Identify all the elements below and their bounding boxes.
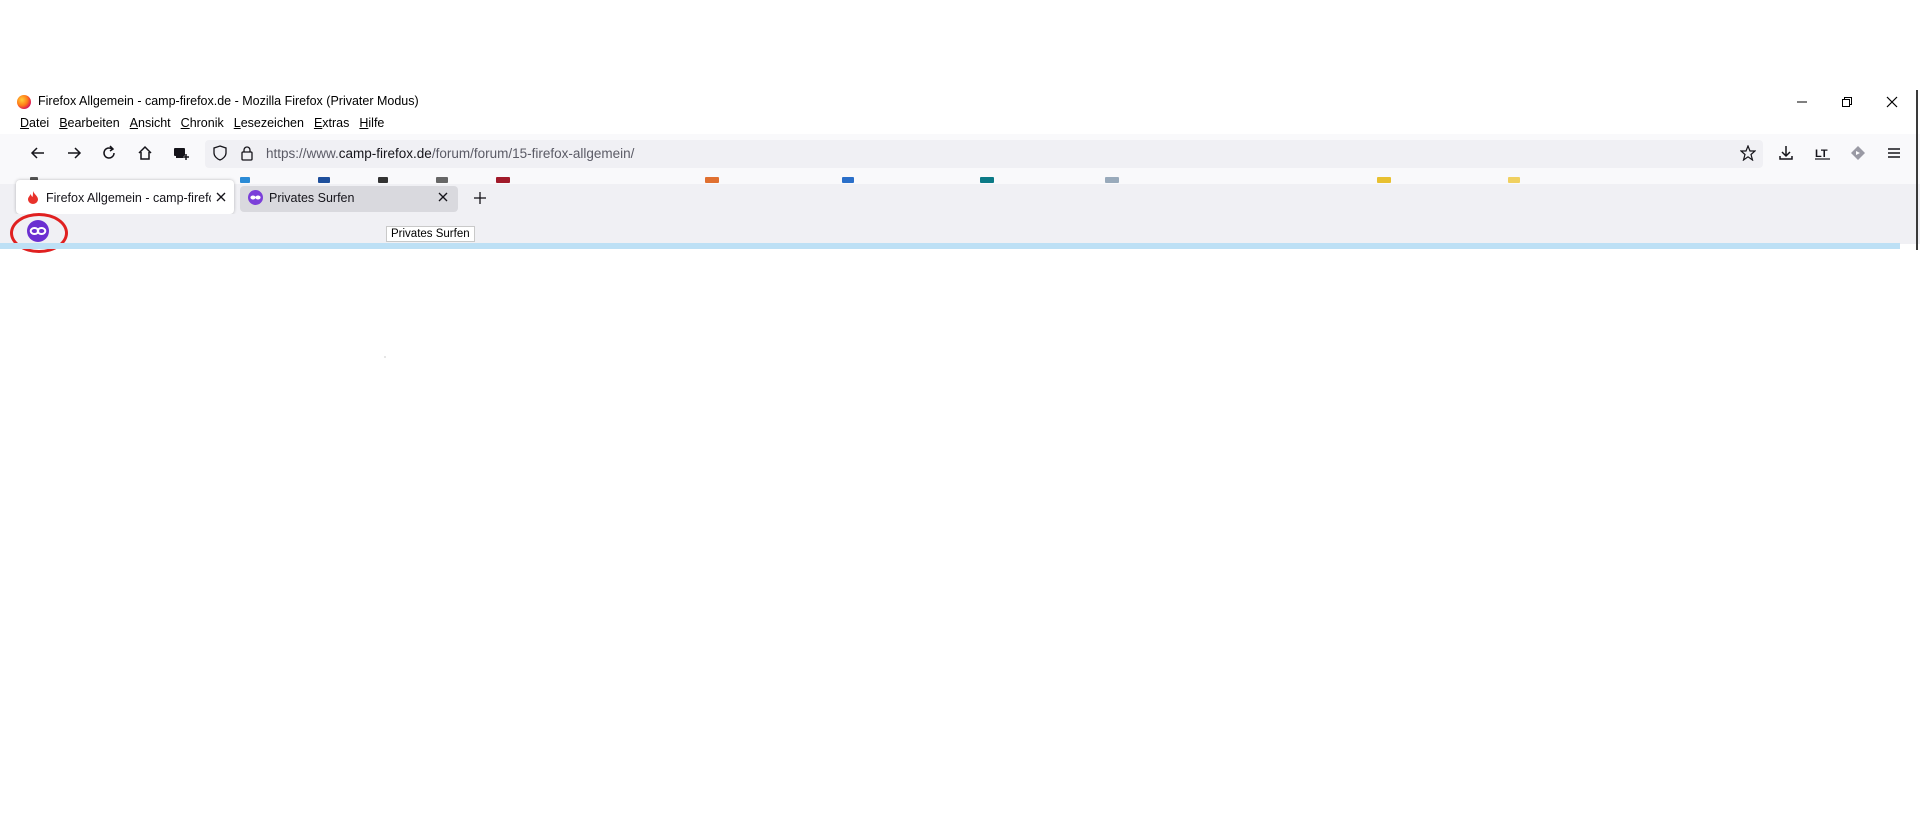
globe-icon[interactable] xyxy=(436,177,448,183)
hamburger-menu-icon xyxy=(1888,148,1900,158)
restore-icon xyxy=(1842,97,1852,107)
extension-button[interactable] xyxy=(168,140,194,166)
bookmark-favicon[interactable] xyxy=(240,177,250,183)
mask-glyph xyxy=(250,195,261,200)
arrow-right-icon xyxy=(68,147,82,159)
bookmark-favicon[interactable] xyxy=(318,177,330,183)
firefox-logo-icon xyxy=(17,95,31,109)
svg-text:LT: LT xyxy=(1815,148,1828,160)
extension-arrow-button[interactable] xyxy=(1845,140,1871,166)
close-icon xyxy=(216,192,226,202)
home-button[interactable] xyxy=(132,140,158,166)
menu-lesezeichen[interactable]: Lesezeichen xyxy=(229,114,309,132)
reload-button[interactable] xyxy=(96,140,122,166)
tracking-protection-button[interactable] xyxy=(207,140,233,166)
minimize-button[interactable] xyxy=(1780,90,1824,114)
menu-bar: Datei Bearbeiten Ansicht Chronik Lesezei… xyxy=(15,114,389,132)
menu-hilfe[interactable]: Hilfe xyxy=(354,114,389,132)
lock-icon xyxy=(241,146,253,161)
diamond-arrow-icon xyxy=(1851,146,1865,160)
reload-icon xyxy=(103,145,115,159)
close-icon xyxy=(438,192,448,202)
flame-icon xyxy=(28,191,38,204)
translate-extension-button[interactable]: LT xyxy=(1810,140,1836,166)
bookmark-favicon[interactable] xyxy=(705,177,719,183)
menu-extras[interactable]: Extras xyxy=(309,114,354,132)
menu-bearbeiten[interactable]: Bearbeiten xyxy=(54,114,124,132)
tab-label: Firefox Allgemein - camp-firefox.de xyxy=(46,191,211,205)
window-edge xyxy=(1916,90,1918,250)
add-to-device-icon xyxy=(174,148,189,160)
menu-datei[interactable]: Datei xyxy=(15,114,54,132)
forward-button[interactable] xyxy=(61,140,87,166)
private-browsing-row xyxy=(0,214,1920,244)
content-area xyxy=(384,356,386,358)
bookmark-favicon[interactable] xyxy=(842,177,854,183)
languagetool-icon: LT xyxy=(1815,148,1830,160)
close-tab-button[interactable] xyxy=(436,188,450,206)
arrow-left-icon xyxy=(30,147,44,159)
close-window-button[interactable] xyxy=(1870,90,1914,114)
new-tab-button[interactable] xyxy=(470,188,490,208)
shield-icon xyxy=(213,145,227,161)
close-tab-button[interactable] xyxy=(214,188,228,206)
url-text[interactable]: https://www.camp-firefox.de/forum/forum/… xyxy=(266,146,634,161)
plus-icon xyxy=(474,192,486,204)
bookmark-favicon[interactable] xyxy=(1377,177,1391,183)
bookmark-favicon[interactable] xyxy=(496,177,510,183)
close-icon xyxy=(1886,96,1898,108)
downloads-button[interactable] xyxy=(1773,140,1799,166)
bookmarks-toolbar xyxy=(0,172,1920,184)
bookmark-star-button[interactable] xyxy=(1735,140,1761,166)
minimize-icon xyxy=(1797,101,1807,103)
menu-ansicht[interactable]: Ansicht xyxy=(125,114,176,132)
bookmark-favicon[interactable] xyxy=(378,177,388,183)
menu-chronik[interactable]: Chronik xyxy=(176,114,229,132)
restore-button[interactable] xyxy=(1825,90,1869,114)
window-title: Firefox Allgemein - camp-firefox.de - Mo… xyxy=(38,94,419,108)
download-icon xyxy=(1779,146,1793,160)
home-icon xyxy=(138,145,152,160)
private-mask-icon xyxy=(248,190,263,205)
bookmark-favicon[interactable] xyxy=(980,177,994,183)
page-load-progress xyxy=(0,243,1900,249)
tooltip: Privates Surfen xyxy=(386,226,475,242)
star-icon xyxy=(1740,145,1756,161)
back-button[interactable] xyxy=(25,140,51,166)
site-info-button[interactable] xyxy=(234,140,260,166)
bookmark-favicon[interactable] xyxy=(1105,177,1119,183)
app-menu-button[interactable] xyxy=(1881,140,1907,166)
tab-label: Privates Surfen xyxy=(269,191,355,205)
bookmark-favicon[interactable] xyxy=(1508,177,1520,183)
